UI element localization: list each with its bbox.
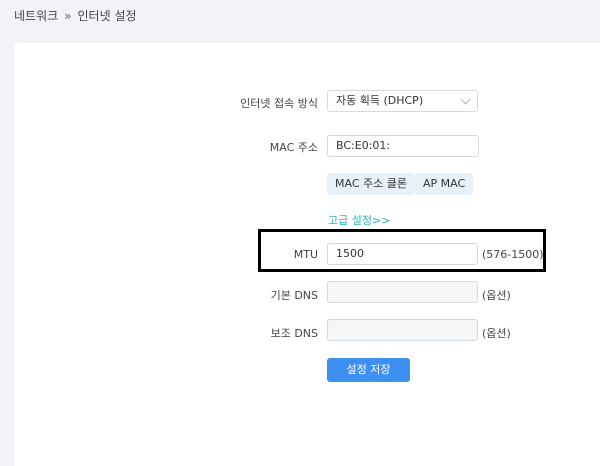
advanced-settings-link[interactable]: 고급 설정>> <box>328 212 390 228</box>
breadcrumb-current: 인터넷 설정 <box>77 9 137 23</box>
secondary-dns-field[interactable] <box>327 319 478 341</box>
breadcrumb: 네트워크 » 인터넷 설정 <box>14 7 137 24</box>
breadcrumb-parent[interactable]: 네트워크 <box>14 7 58 24</box>
chevron-down-icon <box>460 94 471 104</box>
connection-type-value: 자동 획득 (DHCP) <box>336 94 424 107</box>
save-settings-button[interactable]: 설정 저장 <box>327 358 410 382</box>
primary-dns-field[interactable] <box>327 281 478 303</box>
primary-dns-label: 기본 DNS <box>270 289 318 302</box>
breadcrumb-separator: » <box>64 8 72 23</box>
mac-address-value: BC:E0:01: <box>336 139 391 152</box>
mtu-field[interactable]: 1500 <box>327 243 478 265</box>
redaction-mask <box>392 140 445 152</box>
secondary-dns-hint: (옵션) <box>482 327 511 340</box>
ap-mac-button[interactable]: AP MAC <box>415 173 474 195</box>
primary-dns-hint: (옵션) <box>482 289 511 302</box>
mtu-range-hint: (576-1500) <box>482 248 544 261</box>
connection-type-label: 인터넷 접속 방식 <box>240 97 318 110</box>
mtu-label: MTU <box>293 248 318 261</box>
mac-clone-button[interactable]: MAC 주소 클론 <box>327 173 415 195</box>
mac-address-label: MAC 주소 <box>269 141 318 154</box>
connection-type-select[interactable]: 자동 획득 (DHCP) <box>327 90 478 112</box>
mac-address-field[interactable]: BC:E0:01: <box>327 135 479 157</box>
secondary-dns-label: 보조 DNS <box>270 327 318 340</box>
